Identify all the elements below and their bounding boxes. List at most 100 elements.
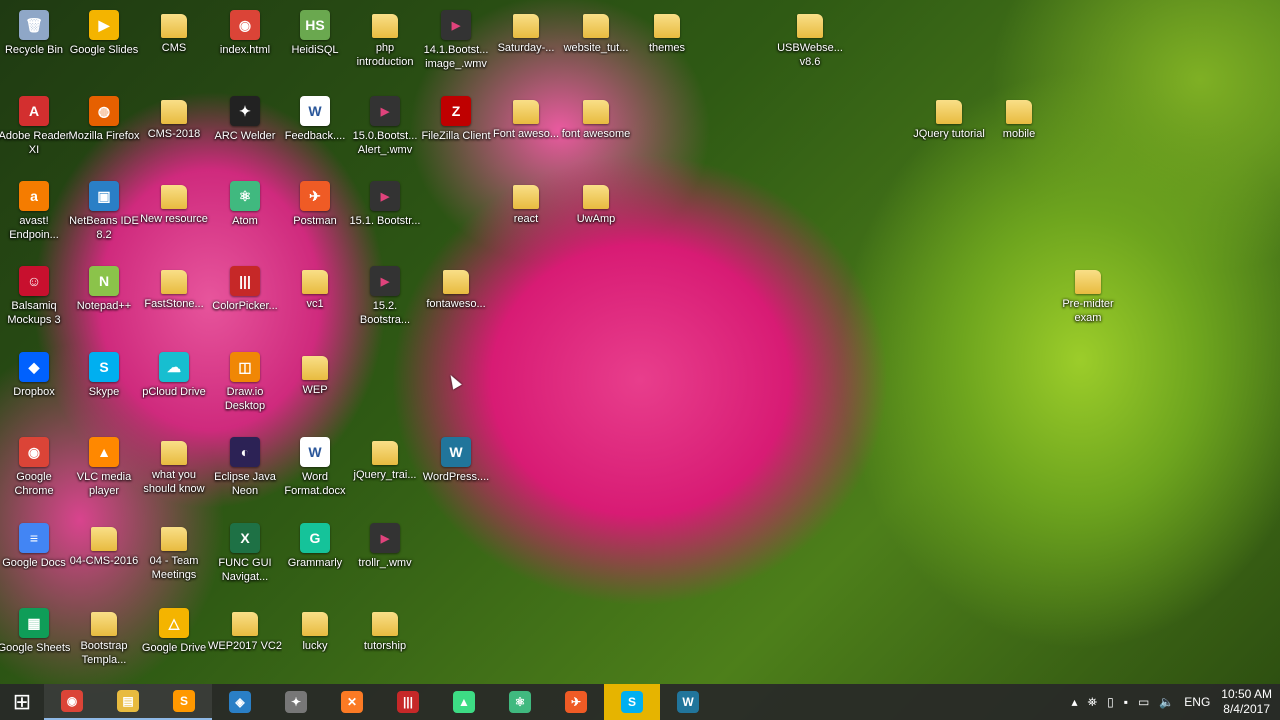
desktop-icon-trollr-wmv[interactable]: ▶ trollr_.wmv (351, 515, 419, 599)
desktop-icon-saturday[interactable]: Saturday-... (492, 2, 560, 86)
desktop-icon-word-format-docx[interactable]: W Word Format.docx (281, 429, 349, 513)
desktop-icon-heidisql[interactable]: HS HeidiSQL (281, 2, 349, 86)
video-file-icon: ▶ (370, 266, 400, 296)
taskbar-sublime-text-button[interactable]: S (156, 684, 212, 720)
desktop-icon-04-cms-2016[interactable]: 04-CMS-2016 (70, 515, 138, 599)
draw-io-desktop-icon: ◫ (230, 352, 260, 382)
desktop-icon-uwamp[interactable]: UwAmp (562, 173, 630, 257)
folder-icon (583, 185, 609, 209)
desktop-icon-faststone[interactable]: FastStone... (140, 258, 208, 342)
desktop-icon-postman[interactable]: ✈ Postman (281, 173, 349, 257)
desktop-icon-label: CMS (161, 42, 187, 54)
desktop-icon-04-team-meetings[interactable]: 04 - Team Meetings (140, 515, 208, 599)
taskbar-android-studio-button[interactable]: ▲ (436, 684, 492, 720)
desktop-icon-index-html[interactable]: ◉ index.html (211, 2, 279, 86)
desktop-icon-react[interactable]: react (492, 173, 560, 257)
desktop-icon-15-0-bootst-alert-wmv[interactable]: ▶ 15.0.Bootst... Alert_.wmv (351, 88, 419, 172)
desktop-icon-label: Postman (293, 215, 337, 227)
desktop-icon-label: vc1 (306, 298, 324, 310)
desktop-icon-jquery-tutorial[interactable]: JQuery tutorial (913, 88, 985, 172)
desktop-icon-google-slides[interactable]: ▶ Google Slides (70, 2, 138, 86)
pcloud-drive-icon: ☁ (159, 352, 189, 382)
desktop-icon-label: Saturday-... (497, 42, 555, 54)
desktop-icon-label: Dropbox (13, 386, 55, 398)
taskbar-arc-welder-button[interactable]: ✦ (268, 684, 324, 720)
desktop-icon-tutorship[interactable]: tutorship (351, 600, 419, 684)
desktop-icon-fontaweso[interactable]: fontaweso... (422, 258, 490, 342)
desktop-icon-wep[interactable]: WEP (281, 344, 349, 428)
desktop-icon-google-chrome[interactable]: ◉ Google Chrome (0, 429, 68, 513)
folder-icon (161, 270, 187, 294)
desktop-icon-netbeans-ide-8-2[interactable]: ▣ NetBeans IDE 8.2 (69, 173, 139, 257)
desktop-icon-lucky[interactable]: lucky (281, 600, 349, 684)
desktop-icon-mobile[interactable]: mobile (985, 88, 1053, 172)
desktop-icon-new-resource[interactable]: New resource (140, 173, 208, 257)
desktop-icon-vlc-media-player[interactable]: ▲ VLC media player (70, 429, 138, 513)
desktop-icon-label: Grammarly (287, 557, 343, 569)
desktop-icon-themes[interactable]: themes (633, 2, 701, 86)
desktop-icon-skype[interactable]: S Skype (70, 344, 138, 428)
folder-icon (161, 185, 187, 209)
clock[interactable]: 10:50 AM 8/4/2017 (1221, 687, 1272, 717)
desktop-icon-recycle-bin[interactable]: 🗑 Recycle Bin (0, 2, 68, 86)
desktop-icon-label: WEP (302, 384, 328, 396)
volume-icon[interactable]: 🔈 (1159, 695, 1174, 709)
language-indicator[interactable]: ENG (1184, 695, 1210, 709)
taskbar-netbeans-button[interactable]: ◈ (212, 684, 268, 720)
taskbar-xampp-button[interactable]: ✕ (324, 684, 380, 720)
desktop-icon-14-1-bootst-image-wmv[interactable]: ▶ 14.1.Bootst... image_.wmv (422, 2, 490, 86)
desktop-icon-eclipse-java-neon[interactable]: ◐ Eclipse Java Neon (211, 429, 279, 513)
desktop-icon-adobe-reader-xi[interactable]: A Adobe Reader XI (0, 88, 69, 172)
desktop-icon-draw-io-desktop[interactable]: ◫ Draw.io Desktop (211, 344, 279, 428)
desktop-icon-filezilla-client[interactable]: Z FileZilla Client (421, 88, 491, 172)
folder-icon (161, 527, 187, 551)
desktop-icon-bootstrap-templa[interactable]: Bootstrap Templa... (70, 600, 138, 684)
network-app-icon[interactable]: ⛯ (1088, 695, 1098, 710)
desktop-icon-dropbox[interactable]: ◆ Dropbox (0, 344, 68, 428)
desktop-icon-website-tut[interactable]: website_tut... (562, 2, 630, 86)
taskbar-file-explorer-button[interactable]: ▤ (100, 684, 156, 720)
sticky-note-icon[interactable]: ▪ (1124, 695, 1128, 709)
desktop-icon-feedback[interactable]: W Feedback.... (281, 88, 349, 172)
start-button[interactable]: ⊞ (0, 684, 44, 720)
desktop-icon-google-sheets[interactable]: ▦ Google Sheets (0, 600, 70, 684)
desktop-icon-notepad[interactable]: N Notepad++ (70, 258, 138, 342)
desktop-icon-font-awesome[interactable]: font awesome (562, 88, 630, 172)
desktop-icon-wordpress[interactable]: W WordPress.... (422, 429, 490, 513)
desktop-icon-google-docs[interactable]: ≡ Google Docs (0, 515, 68, 599)
desktop-icon-grammarly[interactable]: G Grammarly (281, 515, 349, 599)
desktop-icon-cms-2018[interactable]: CMS-2018 (140, 88, 208, 172)
desktop-icon-php-introduction[interactable]: php introduction (351, 2, 419, 86)
desktop-icon-15-2-bootstra[interactable]: ▶ 15.2. Bootstra... (351, 258, 419, 342)
desktop-icon-balsamiq-mockups-3[interactable]: ☺ Balsamiq Mockups 3 (0, 258, 68, 342)
desktop-icon-pre-midter-exam[interactable]: Pre-midter exam (1054, 258, 1122, 342)
taskbar-wordpress-button[interactable]: W (660, 684, 716, 720)
taskbar-colorpicker-button[interactable]: ||| (380, 684, 436, 720)
desktop-icon-usbwebse-v8-6[interactable]: USBWebse... v8.6 (776, 2, 844, 86)
desktop-icon-what-you-should-know[interactable]: what you should know (140, 429, 208, 513)
notepad-icon: N (89, 266, 119, 296)
desktop-icon-func-gui-navigat[interactable]: X FUNC GUI Navigat... (211, 515, 279, 599)
folder-icon (91, 612, 117, 636)
desktop-icon-atom[interactable]: ⚛ Atom (211, 173, 279, 257)
desktop-icon-font-aweso[interactable]: Font aweso... (492, 88, 560, 172)
desktop-icon-google-drive[interactable]: △ Google Drive (140, 600, 208, 684)
taskbar-postman-button[interactable]: ✈ (548, 684, 604, 720)
taskbar-skype-button[interactable]: S (604, 684, 660, 720)
desktop-icon-jquery-trai[interactable]: jQuery_trai... (351, 429, 419, 513)
desktop-icon-mozilla-firefox[interactable]: ◍ Mozilla Firefox (69, 88, 139, 172)
desktop-icon-pcloud-drive[interactable]: ☁ pCloud Drive (140, 344, 208, 428)
desktop-icon-arc-welder[interactable]: ✦ ARC Welder (211, 88, 279, 172)
desktop-icon-vc1[interactable]: vc1 (281, 258, 349, 342)
arc-welder-icon: ✦ (230, 96, 260, 126)
taskbar-chrome-button[interactable]: ◉ (44, 684, 100, 720)
desktop-icon-15-1-bootstr[interactable]: ▶ 15.1. Bootstr... (350, 173, 420, 257)
desktop-icon-avast-endpoin[interactable]: a avast! Endpoin... (0, 173, 68, 257)
action-center-icon[interactable]: ▭ (1138, 695, 1149, 709)
desktop-icon-colorpicker[interactable]: ||| ColorPicker... (211, 258, 279, 342)
tablet-icon[interactable]: ▯ (1107, 695, 1114, 709)
taskbar-atom-button[interactable]: ⚛ (492, 684, 548, 720)
tray-overflow-chevron-icon[interactable]: ▴ (1071, 695, 1077, 709)
desktop-icon-cms[interactable]: CMS (140, 2, 208, 86)
desktop-icon-wep2017-vc2[interactable]: WEP2017 VC2 (208, 600, 282, 684)
